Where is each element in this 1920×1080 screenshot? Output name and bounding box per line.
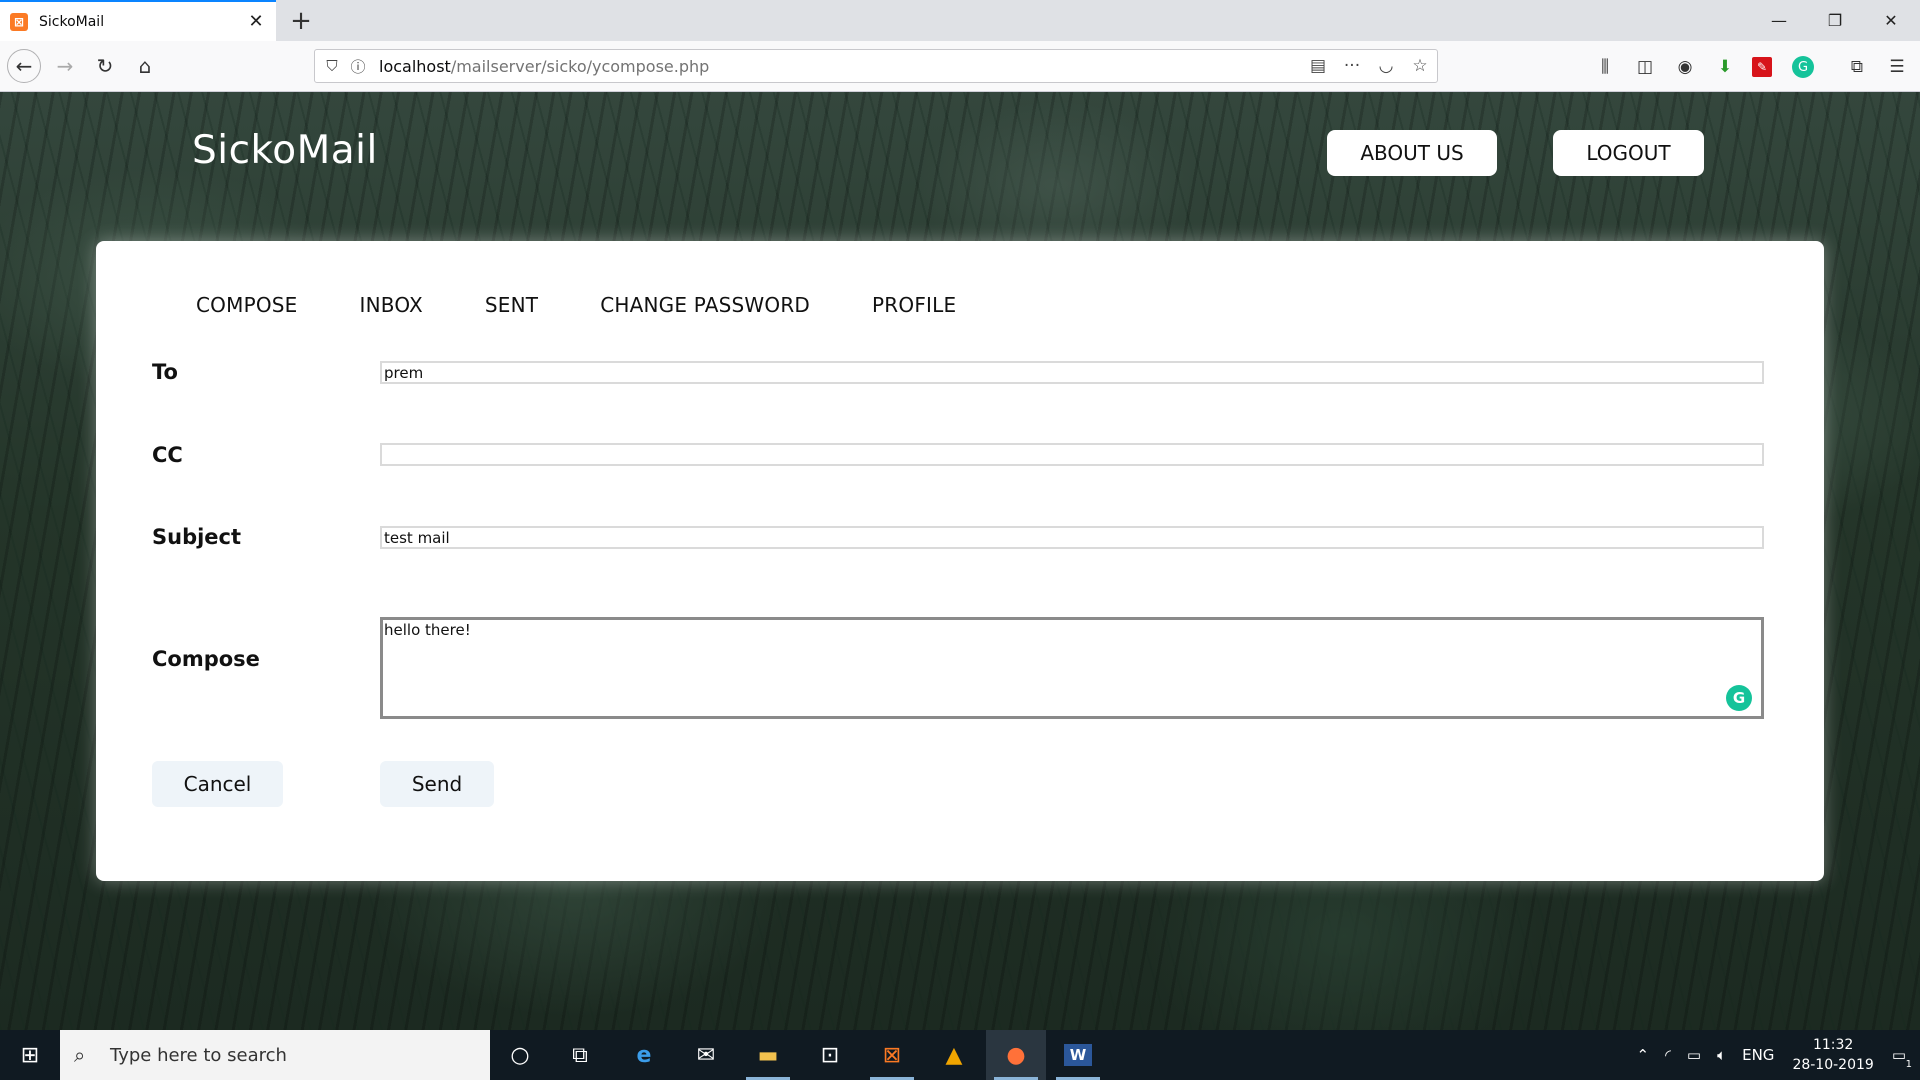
pocket-icon[interactable]: ◡ [1369, 51, 1403, 81]
new-tab-icon[interactable]: + [286, 6, 316, 36]
compose-card: COMPOSE INBOX SENT CHANGE PASSWORD PROFI… [96, 241, 1824, 881]
edge-icon[interactable]: e [614, 1030, 674, 1080]
menu-compose[interactable]: COMPOSE [196, 293, 298, 317]
brand-logo[interactable]: SickoMail [192, 128, 378, 173]
mail-app-icon[interactable]: ✉ [676, 1030, 736, 1080]
url-host: localhost [379, 56, 451, 76]
more-actions-icon[interactable]: ··· [1335, 51, 1369, 81]
file-explorer-icon[interactable]: ▬ [738, 1030, 798, 1080]
search-icon: ⌕ [74, 1043, 86, 1067]
language-indicator[interactable]: ENG [1742, 1046, 1774, 1064]
word-taskbar-icon[interactable]: W [1048, 1030, 1108, 1080]
clock[interactable]: 11:32 28-10-2019 [1792, 1035, 1873, 1075]
network-icon[interactable]: ◜ [1665, 1046, 1671, 1064]
store-icon[interactable]: ⊡ [800, 1030, 860, 1080]
close-window-icon[interactable]: ✕ [1868, 0, 1914, 41]
logout-button[interactable]: LOGOUT [1553, 130, 1704, 176]
reader-view-icon[interactable]: ▤ [1301, 51, 1335, 81]
browser-tab-strip: ⊠ SickoMail ✕ + — ❐ ✕ [0, 0, 1920, 41]
mail-menu: COMPOSE INBOX SENT CHANGE PASSWORD PROFI… [196, 293, 1018, 317]
to-label: To [152, 360, 178, 384]
info-icon[interactable]: ⓘ [345, 53, 371, 79]
minimize-icon[interactable]: — [1756, 0, 1802, 41]
page-background: SickoMail ABOUT US LOGOUT COMPOSE INBOX … [0, 92, 1920, 1030]
menu-change-password[interactable]: CHANGE PASSWORD [600, 293, 810, 317]
xampp-taskbar-icon[interactable]: ⊠ [862, 1030, 922, 1080]
to-field[interactable] [380, 361, 1764, 384]
address-bar[interactable]: ⛉ ⓘ localhost/mailserver/sicko/ycompose.… [314, 49, 1438, 83]
restore-icon[interactable]: ❐ [1812, 0, 1858, 41]
url-text[interactable]: localhost/mailserver/sicko/ycompose.php [379, 57, 1301, 76]
subject-field[interactable] [380, 526, 1764, 549]
compose-label: Compose [152, 647, 260, 671]
menu-sent[interactable]: SENT [485, 293, 538, 317]
sidebar-icon[interactable]: ◫ [1632, 54, 1658, 80]
search-placeholder: Type here to search [110, 1044, 287, 1066]
about-us-button[interactable]: ABOUT US [1327, 130, 1497, 176]
volume-icon[interactable]: 🔈︎ [1717, 1046, 1726, 1064]
app-taskbar-icon[interactable]: ▲ [924, 1030, 984, 1080]
xampp-icon: ⊠ [10, 12, 28, 31]
taskbar-search-box[interactable]: ⌕ Type here to search [60, 1030, 490, 1080]
menu-inbox[interactable]: INBOX [360, 293, 423, 317]
cancel-button[interactable]: Cancel [152, 761, 283, 807]
battery-icon[interactable]: ▭ [1687, 1046, 1701, 1064]
cc-label: CC [152, 443, 183, 467]
reload-icon[interactable]: ↻ [88, 49, 122, 83]
library-icon[interactable]: ⫼ [1592, 54, 1618, 80]
clock-time: 11:32 [1812, 1037, 1854, 1053]
pdf-extension-icon[interactable]: ✎ [1752, 57, 1772, 77]
windows-start-icon[interactable]: ⊞ [0, 1030, 60, 1080]
close-tab-icon[interactable]: ✕ [244, 10, 268, 34]
compose-textarea[interactable]: hello there! [380, 617, 1764, 719]
notification-count: 1 [1905, 1059, 1912, 1070]
home-icon[interactable]: ⌂ [128, 49, 162, 83]
account-icon[interactable]: ◉ [1672, 54, 1698, 80]
firefox-taskbar-icon[interactable]: ● [986, 1030, 1046, 1080]
extensions-icon[interactable]: ⧉ [1844, 54, 1870, 80]
back-icon[interactable]: ← [7, 49, 41, 83]
task-view-icon[interactable]: ⧉ [550, 1030, 610, 1080]
menu-hamburger-icon[interactable]: ☰ [1884, 54, 1910, 80]
taskbar: ⊞ ⌕ Type here to search ○ ⧉ e ✉ ▬ ⊡ ⊠ ▲ … [0, 1030, 1920, 1080]
tab-title: SickoMail [39, 13, 105, 30]
cortana-icon[interactable]: ○ [490, 1030, 550, 1080]
menu-profile[interactable]: PROFILE [872, 293, 956, 317]
cc-field[interactable] [380, 443, 1764, 466]
download-extension-icon[interactable]: ⬇ [1712, 54, 1738, 80]
url-path: /mailserver/sicko/ycompose.php [450, 56, 710, 76]
subject-label: Subject [152, 525, 242, 549]
send-button[interactable]: Send [380, 761, 494, 807]
shield-icon[interactable]: ⛉ [319, 53, 345, 79]
clock-date: 28-10-2019 [1792, 1057, 1874, 1073]
browser-tab[interactable]: ⊠ SickoMail ✕ [0, 0, 276, 41]
forward-icon[interactable]: → [48, 49, 82, 83]
browser-toolbar: ← → ↻ ⌂ ⛉ ⓘ localhost/mailserver/sicko/y… [0, 41, 1920, 92]
notification-icon[interactable]: ▭ 1 [1892, 1046, 1912, 1070]
show-hidden-icons-icon[interactable]: ⌃ [1637, 1046, 1650, 1064]
grammarly-extension-icon[interactable]: G [1792, 56, 1814, 78]
system-tray: ⌃ ◜ ▭ 🔈︎ ENG 11:32 28-10-2019 ▭ 1 [1629, 1030, 1920, 1080]
grammarly-icon[interactable]: G [1726, 685, 1752, 711]
bookmark-star-icon[interactable]: ☆ [1403, 51, 1437, 81]
